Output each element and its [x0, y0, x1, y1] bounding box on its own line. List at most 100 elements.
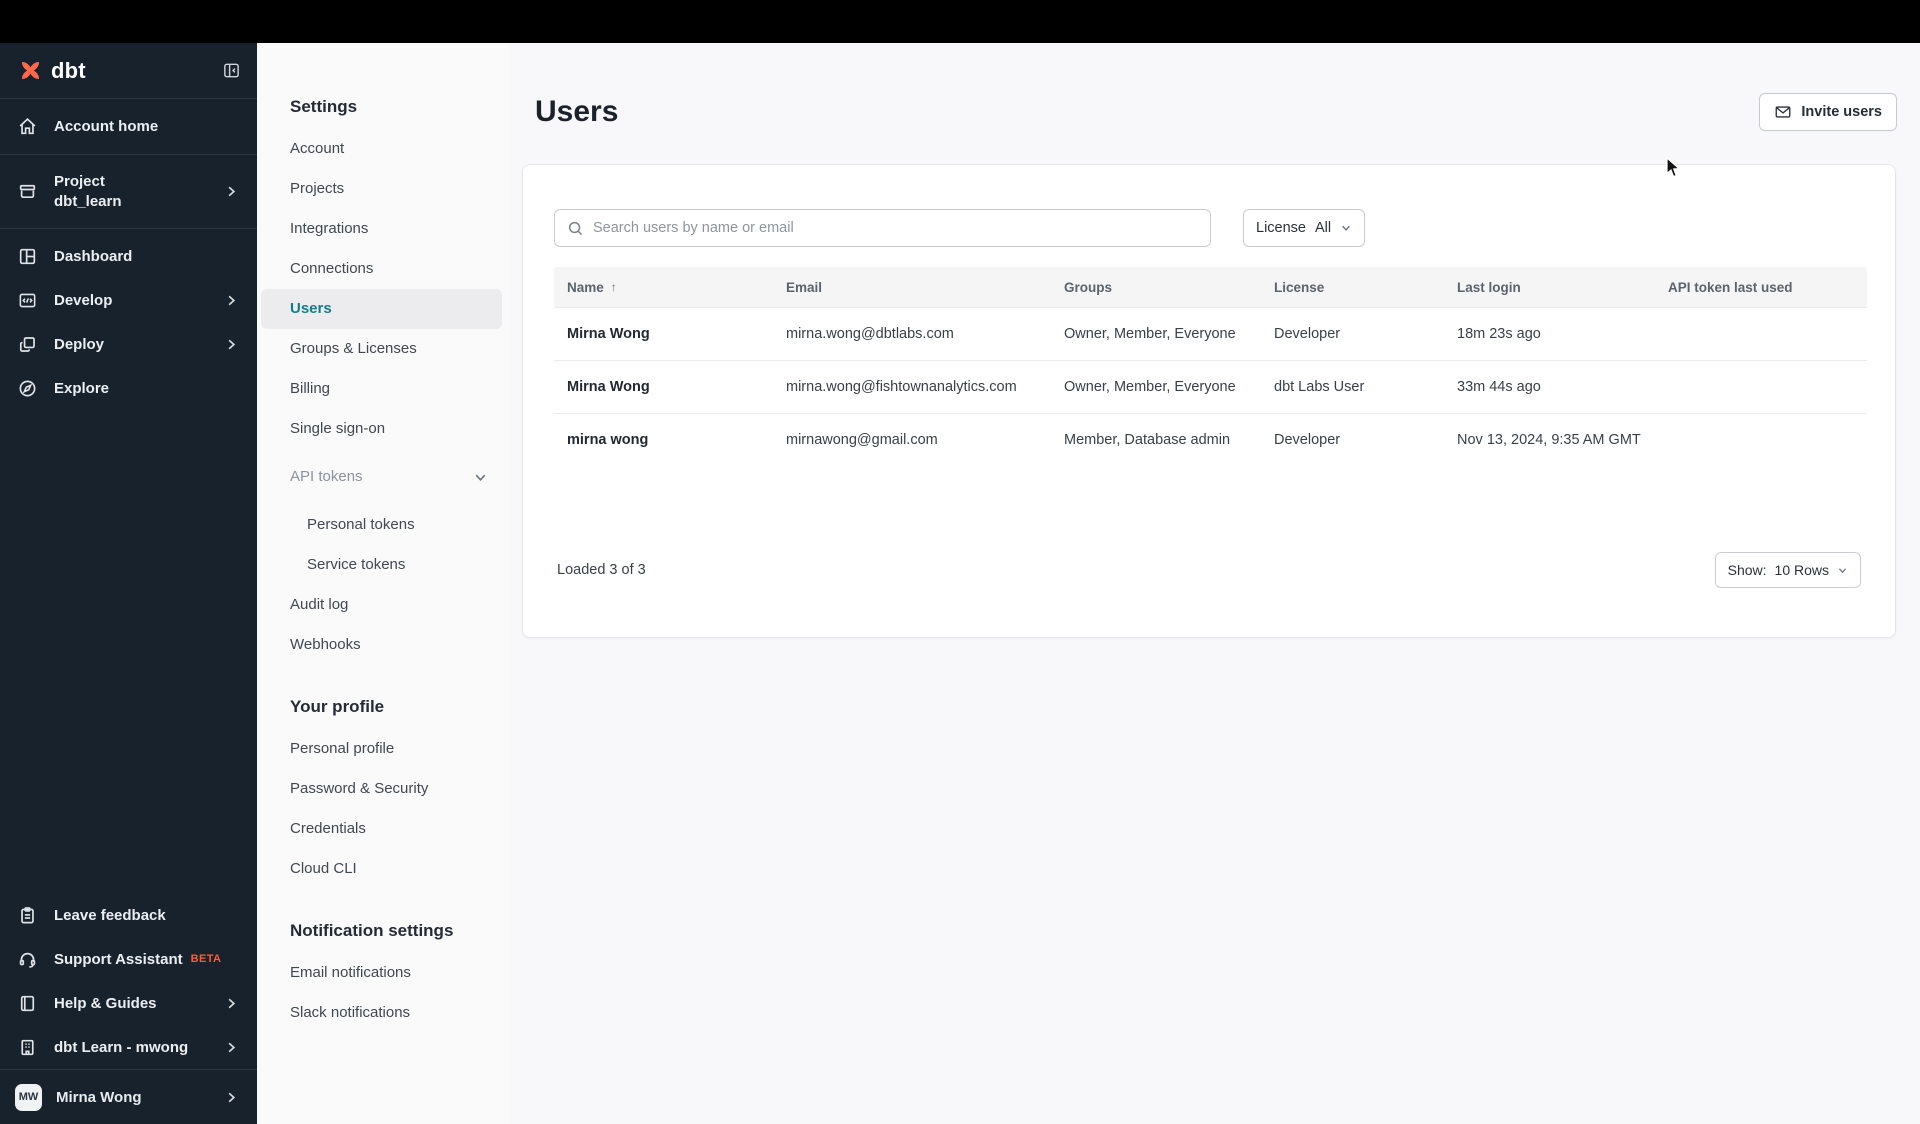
- filter-row: License All: [554, 209, 1867, 247]
- settings-item-single-sign-on[interactable]: Single sign-on: [261, 409, 502, 449]
- sidebar-item-label: Dashboard: [54, 247, 133, 265]
- column-header-groups[interactable]: Groups: [1051, 267, 1261, 307]
- table-footer: Loaded 3 of 3 Show: 10 Rows: [554, 552, 1867, 588]
- sidebar-item-project[interactable]: Project dbt_learn: [0, 155, 257, 228]
- sidebar-item-leave-feedback[interactable]: Leave feedback: [0, 893, 257, 937]
- users-table: Name ↑ Email Groups License Last login A…: [554, 267, 1867, 466]
- invite-users-button[interactable]: Invite users: [1759, 93, 1897, 131]
- avatar: MW: [15, 1083, 42, 1111]
- settings-item-credentials[interactable]: Credentials: [261, 809, 502, 849]
- column-header-last-login[interactable]: Last login: [1444, 267, 1655, 307]
- sidebar-item-support-assistant[interactable]: Support Assistant BETA: [0, 937, 257, 981]
- search-box: [554, 209, 1211, 247]
- cell-groups: Member, Database admin: [1064, 432, 1231, 448]
- sidebar-menu: Dashboard Develop Deploy Explore: [0, 229, 257, 410]
- main-header: Users Invite users: [523, 93, 1897, 131]
- cell-license: Developer: [1274, 432, 1341, 448]
- rows-per-page-dropdown[interactable]: Show: 10 Rows: [1714, 552, 1861, 588]
- settings-item-projects[interactable]: Projects: [261, 169, 502, 209]
- license-filter-value: All: [1314, 220, 1332, 236]
- license-filter-dropdown[interactable]: License All: [1243, 209, 1366, 247]
- settings-item-billing[interactable]: Billing: [261, 369, 502, 409]
- settings-item-password-security[interactable]: Password & Security: [261, 769, 502, 809]
- table-header-row: Name ↑ Email Groups License Last login A…: [554, 267, 1867, 307]
- license-filter-label: License: [1256, 220, 1306, 236]
- chevron-right-icon: [224, 996, 239, 1011]
- settings-item-account[interactable]: Account: [261, 129, 502, 169]
- table-row[interactable]: Mirna Wong mirna.wong@dbtlabs.com Owner,…: [554, 307, 1867, 360]
- cell-license: Developer: [1274, 326, 1341, 342]
- settings-item-service-tokens[interactable]: Service tokens: [261, 545, 502, 585]
- column-header-name[interactable]: Name ↑: [554, 267, 773, 307]
- sidebar-item-label: Help & Guides: [54, 994, 157, 1012]
- sidebar-item-account-home[interactable]: Account home: [0, 99, 257, 154]
- compass-icon: [17, 378, 38, 399]
- settings-item-integrations[interactable]: Integrations: [261, 209, 502, 249]
- table-row[interactable]: Mirna Wong mirna.wong@fishtownanalytics.…: [554, 360, 1867, 413]
- search-input[interactable]: [593, 220, 1198, 236]
- column-header-label: Email: [786, 279, 823, 295]
- settings-item-users[interactable]: Users: [261, 289, 502, 329]
- sidebar-user-menu[interactable]: MW Mirna Wong: [0, 1070, 257, 1124]
- chevron-down-icon: [1340, 222, 1352, 234]
- settings-item-api-tokens[interactable]: API tokens: [261, 457, 502, 497]
- cell-name: Mirna Wong: [567, 326, 650, 342]
- collapse-sidebar-icon[interactable]: [222, 61, 241, 80]
- headset-icon: [17, 949, 38, 970]
- settings-item-webhooks[interactable]: Webhooks: [261, 625, 502, 665]
- sidebar-item-deploy[interactable]: Deploy: [0, 322, 257, 366]
- chevron-down-icon: [473, 470, 488, 485]
- app-shell: dbt Account home Project dbt_learn Dashb…: [0, 43, 1920, 1124]
- column-header-license[interactable]: License: [1261, 267, 1444, 307]
- show-value: 10 Rows: [1774, 562, 1829, 578]
- cell-email: mirna.wong@dbtlabs.com: [786, 326, 954, 342]
- sidebar-item-dashboard[interactable]: Dashboard: [0, 234, 257, 278]
- settings-item-slack-notifications[interactable]: Slack notifications: [261, 993, 502, 1033]
- settings-nav: Settings Account Projects Integrations C…: [257, 43, 510, 1124]
- cell-api-token: [1655, 414, 1867, 466]
- settings-item-email-notifications[interactable]: Email notifications: [261, 953, 502, 993]
- sort-asc-icon: ↑: [610, 280, 617, 294]
- building-icon: [17, 1037, 38, 1058]
- column-header-label: License: [1274, 279, 1325, 295]
- settings-heading: Settings: [290, 97, 358, 116]
- sidebar-item-dbt-learn[interactable]: dbt Learn - mwong: [0, 1025, 257, 1069]
- settings-item-personal-profile[interactable]: Personal profile: [261, 729, 502, 769]
- top-bar: [0, 0, 1920, 43]
- profile-heading: Your profile: [290, 697, 385, 716]
- clipboard-icon: [17, 905, 38, 926]
- notifications-heading: Notification settings: [290, 921, 454, 940]
- column-header-label: API token last used: [1668, 279, 1793, 295]
- cell-name: Mirna Wong: [567, 379, 650, 395]
- column-header-label: Name: [567, 279, 604, 295]
- project-label: Project: [54, 172, 105, 190]
- settings-item-cloud-cli[interactable]: Cloud CLI: [261, 849, 502, 889]
- sidebar-item-label: Deploy: [54, 335, 105, 353]
- settings-item-connections[interactable]: Connections: [261, 249, 502, 289]
- cell-last-login: 18m 23s ago: [1457, 326, 1541, 342]
- chevron-right-icon: [224, 293, 239, 308]
- deploy-icon: [17, 334, 38, 355]
- column-header-email[interactable]: Email: [773, 267, 1051, 307]
- main-content: Users Invite users Search users by name …: [510, 43, 1920, 1124]
- settings-item-audit-log[interactable]: Audit log: [261, 585, 502, 625]
- project-name: dbt_learn: [54, 192, 122, 210]
- sidebar-item-develop[interactable]: Develop: [0, 278, 257, 322]
- sidebar-item-label: Develop: [54, 291, 113, 309]
- cell-groups: Owner, Member, Everyone: [1064, 326, 1236, 342]
- settings-item-personal-tokens[interactable]: Personal tokens: [261, 505, 502, 545]
- column-header-api-token[interactable]: API token last used: [1655, 267, 1867, 307]
- table-row[interactable]: mirna wong mirnawong@gmail.com Member, D…: [554, 413, 1867, 466]
- chevron-right-icon: [224, 1040, 239, 1055]
- sidebar-item-explore[interactable]: Explore: [0, 366, 257, 410]
- dbt-logo-icon: [17, 57, 44, 84]
- cell-email: mirnawong@gmail.com: [786, 432, 938, 448]
- cell-license: dbt Labs User: [1274, 379, 1365, 395]
- settings-item-groups-licenses[interactable]: Groups & Licenses: [261, 329, 502, 369]
- sidebar-item-label: Explore: [54, 379, 110, 397]
- code-icon: [17, 290, 38, 311]
- sidebar-item-help-guides[interactable]: Help & Guides: [0, 981, 257, 1025]
- chevron-right-icon: [224, 337, 239, 352]
- chevron-right-icon: [224, 184, 239, 199]
